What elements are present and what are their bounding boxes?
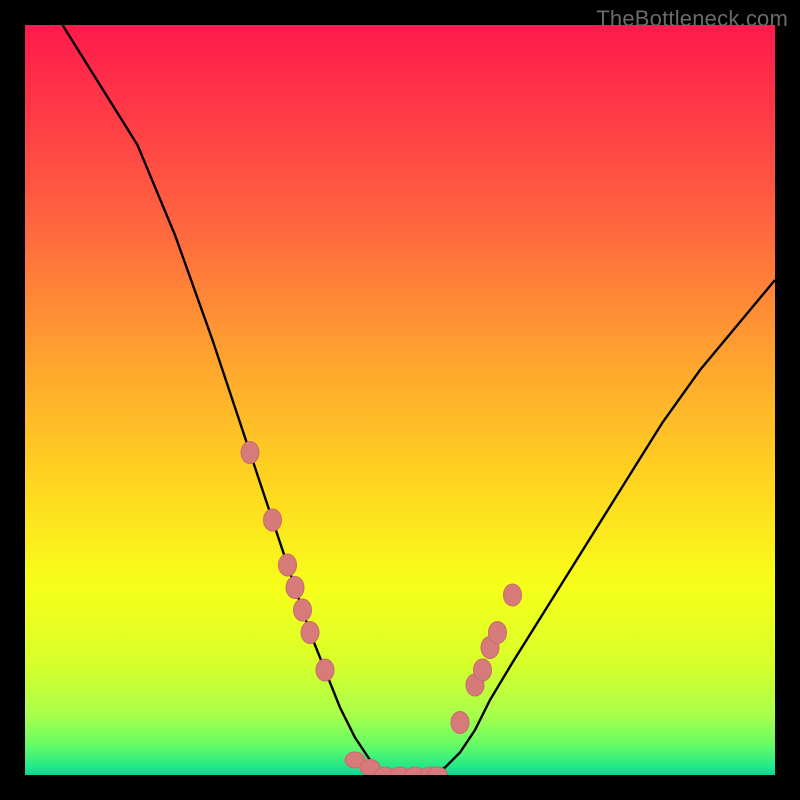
left-arm-marker (264, 509, 282, 531)
chart-frame: TheBottleneck.com (0, 0, 800, 800)
gradient-background (25, 25, 775, 775)
left-arm-marker (316, 659, 334, 681)
plot-area (25, 25, 775, 775)
right-arm-marker (474, 659, 492, 681)
left-arm-marker (301, 622, 319, 644)
left-arm-marker (286, 577, 304, 599)
left-arm-marker (294, 599, 312, 621)
right-arm-marker (504, 584, 522, 606)
left-arm-marker (241, 442, 259, 464)
right-arm-marker (489, 622, 507, 644)
right-arm-marker (451, 712, 469, 734)
watermark-text: TheBottleneck.com (596, 6, 788, 32)
left-arm-marker (279, 554, 297, 576)
bottleneck-chart (25, 25, 775, 775)
